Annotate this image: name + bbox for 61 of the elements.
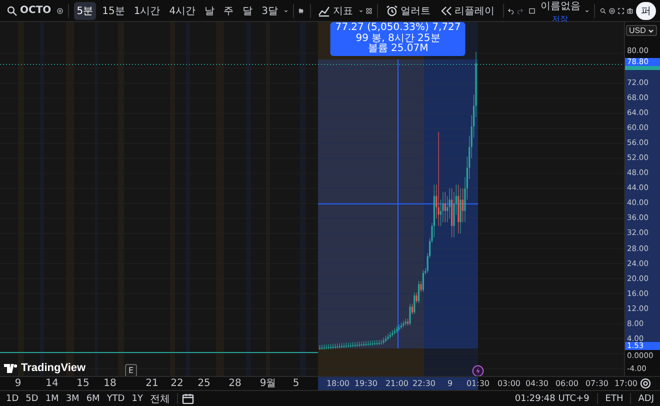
lightning-icon[interactable] xyxy=(472,365,484,376)
event-marker[interactable]: E xyxy=(125,364,137,376)
time-label: 18:00 xyxy=(326,378,350,389)
time-label: 22:30 xyxy=(412,378,436,389)
time-label: 25 xyxy=(198,378,210,389)
range-button[interactable]: YTD xyxy=(104,392,128,406)
interval-button[interactable]: 4시간 xyxy=(166,2,199,20)
logo-icon xyxy=(4,364,18,373)
symbol-search-button[interactable]: OCTO xyxy=(4,2,54,20)
chart-line-icon xyxy=(318,4,330,16)
time-label: 03:00 xyxy=(497,378,521,389)
interval-button[interactable]: 주 xyxy=(220,2,237,20)
interval-button[interactable]: 달 xyxy=(240,2,256,20)
tooltip-text: 볼륨 25.07M xyxy=(368,44,428,54)
time-label: 18 xyxy=(104,378,116,389)
alarm-clock-icon xyxy=(386,4,398,16)
range-button[interactable]: 1Y xyxy=(128,392,146,406)
time-label: 21:00 xyxy=(385,378,409,389)
caret-icon xyxy=(648,28,654,34)
interval-button[interactable]: 3달 xyxy=(258,2,281,20)
interval-button[interactable]: 5분 xyxy=(74,2,96,20)
time-label: 17:00 xyxy=(614,378,638,389)
currency-button[interactable]: USD xyxy=(626,25,657,36)
range-button[interactable]: 1D xyxy=(3,392,22,406)
search-icon xyxy=(7,6,17,16)
tooltip-text: 77.27 (5,050.33%) 7,727 xyxy=(335,23,461,34)
range-button[interactable]: 1M xyxy=(42,392,62,406)
time-label: 06:00 xyxy=(555,378,579,389)
measure-range[interactable] xyxy=(318,58,478,349)
clock: 01:29:48 UTC+9 xyxy=(514,394,590,404)
time-label: 19:30 xyxy=(354,378,378,389)
range-button[interactable]: 전체 xyxy=(146,392,173,406)
time-label: 9 xyxy=(14,378,22,389)
time-label: 21 xyxy=(146,378,158,389)
time-label: 07:30 xyxy=(585,378,609,389)
range-button[interactable]: 5D xyxy=(22,392,42,406)
time-label: 9월 xyxy=(260,378,276,389)
rewind-icon xyxy=(440,6,452,16)
logo-text: TradingView xyxy=(21,362,86,374)
tooltip-text: 99 봉, 8시간 25분 xyxy=(356,34,440,44)
replay-button[interactable]: 리플레이 xyxy=(436,2,498,20)
time-label: 04:30 xyxy=(525,378,549,389)
adjust-button[interactable]: ADJ xyxy=(635,392,657,406)
indicators-button[interactable]: 지표 xyxy=(315,2,356,20)
range-button[interactable]: 3M xyxy=(62,392,82,406)
time-label: 14 xyxy=(46,378,58,389)
time-label: 22 xyxy=(170,378,184,389)
time-label: 15 xyxy=(76,378,90,389)
time-label: 9 xyxy=(447,378,453,389)
interval-button[interactable]: 날 xyxy=(202,2,218,20)
interval-button[interactable]: 1시간 xyxy=(130,2,164,20)
interval-button[interactable]: 15분 xyxy=(99,2,128,20)
time-label: 01:30 xyxy=(466,378,490,389)
range-button[interactable]: 6M xyxy=(83,392,103,406)
session-button[interactable]: ETH xyxy=(602,392,626,406)
alert-button[interactable]: 얼러트 xyxy=(382,2,434,20)
profile-button[interactable]: 퍼 xyxy=(636,2,656,20)
settings-icon[interactable] xyxy=(640,378,651,389)
calendar-icon[interactable] xyxy=(182,393,194,404)
time-label: 5 xyxy=(292,378,300,389)
time-label: 28 xyxy=(228,378,242,389)
